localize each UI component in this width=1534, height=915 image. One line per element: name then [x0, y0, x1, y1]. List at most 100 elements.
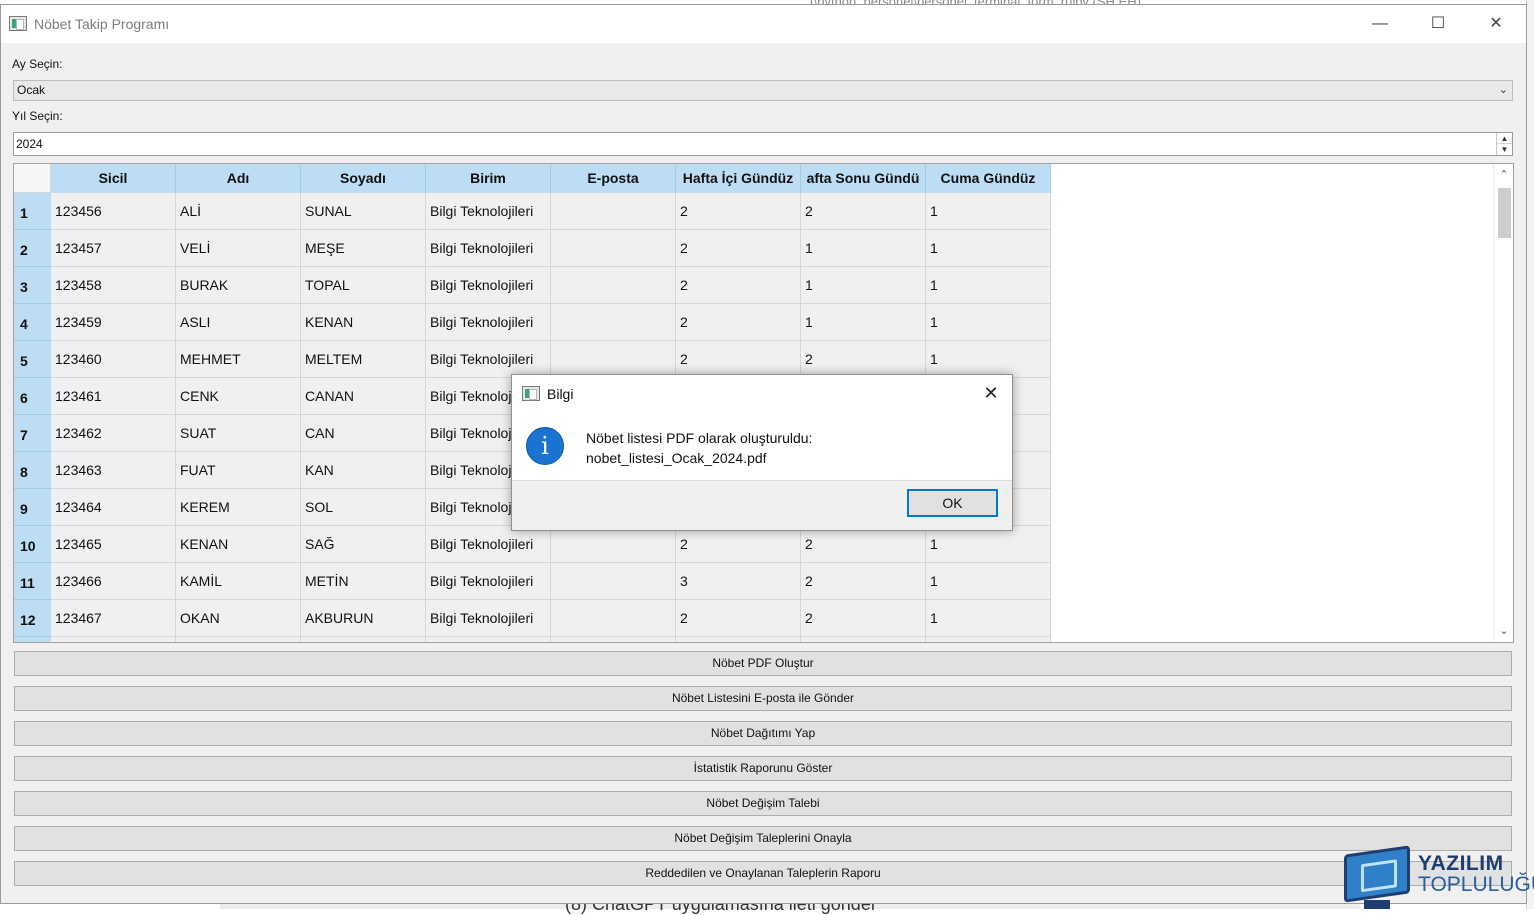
minimize-button[interactable]: — — [1351, 5, 1409, 43]
table-cell[interactable] — [301, 637, 426, 642]
table-cell[interactable]: KAN — [301, 452, 426, 489]
table-cell[interactable]: CAN — [301, 415, 426, 452]
show-statistics-button[interactable]: İstatistik Raporunu Göster — [14, 756, 1512, 781]
table-cell[interactable]: 2 — [676, 267, 801, 304]
table-cell[interactable]: 2 — [676, 600, 801, 637]
column-header[interactable]: Hafta İçi Gündüz — [676, 164, 801, 193]
table-corner[interactable] — [14, 164, 51, 193]
table-cell[interactable]: KENAN — [301, 304, 426, 341]
row-header[interactable]: 5 — [14, 341, 51, 378]
table-cell[interactable]: 123457 — [51, 230, 176, 267]
table-cell[interactable]: MELTEM — [301, 341, 426, 378]
column-header[interactable]: E-posta — [551, 164, 676, 193]
row-header[interactable]: 11 — [14, 563, 51, 600]
table-cell[interactable]: 2 — [676, 526, 801, 563]
table-cell[interactable]: OKAN — [176, 600, 301, 637]
table-cell[interactable]: 2 — [801, 193, 926, 230]
table-cell[interactable] — [926, 637, 1051, 642]
table-cell[interactable] — [551, 341, 676, 378]
swap-request-button[interactable]: Nöbet Değişim Talebi — [14, 791, 1512, 816]
create-pdf-button[interactable]: Nöbet PDF Oluştur — [14, 651, 1512, 676]
table-cell[interactable]: MEHMET — [176, 341, 301, 378]
close-button[interactable]: ✕ — [1467, 5, 1525, 43]
table-cell[interactable] — [176, 637, 301, 642]
table-cell[interactable]: Bilgi Teknolojileri — [426, 563, 551, 600]
table-cell[interactable]: 123460 — [51, 341, 176, 378]
table-cell[interactable]: FUAT — [176, 452, 301, 489]
chevron-down-icon[interactable]: ⌄ — [1499, 81, 1508, 100]
table-cell[interactable]: 2 — [801, 600, 926, 637]
table-cell[interactable] — [551, 230, 676, 267]
table-cell[interactable]: 1 — [926, 230, 1051, 267]
column-header[interactable]: Soyadı — [301, 164, 426, 193]
table-cell[interactable]: ASLI — [176, 304, 301, 341]
table-cell[interactable] — [426, 637, 551, 642]
table-cell[interactable]: 123467 — [51, 600, 176, 637]
table-cell[interactable]: 123456 — [51, 193, 176, 230]
table-cell[interactable]: 123461 — [51, 378, 176, 415]
table-cell[interactable]: ALİ — [176, 193, 301, 230]
table-cell[interactable]: KENAN — [176, 526, 301, 563]
table-cell[interactable]: 2 — [801, 563, 926, 600]
column-header[interactable]: Birim — [426, 164, 551, 193]
table-cell[interactable]: 1 — [926, 600, 1051, 637]
table-cell[interactable]: BURAK — [176, 267, 301, 304]
scroll-up-icon[interactable]: ⌃ — [1494, 166, 1513, 184]
table-cell[interactable]: 123463 — [51, 452, 176, 489]
table-cell[interactable] — [801, 637, 926, 642]
dialog-title-bar[interactable]: Bilgi ✕ — [512, 375, 1012, 411]
table-cell[interactable]: 1 — [926, 193, 1051, 230]
table-cell[interactable]: AKBURUN — [301, 600, 426, 637]
table-cell[interactable]: KEREM — [176, 489, 301, 526]
table-cell[interactable]: Bilgi Teknolojileri — [426, 341, 551, 378]
table-cell[interactable]: 2 — [676, 230, 801, 267]
column-header[interactable]: Cuma Gündüz — [926, 164, 1051, 193]
row-header[interactable]: 4 — [14, 304, 51, 341]
ok-button[interactable]: OK — [907, 489, 998, 517]
dialog-close-button[interactable]: ✕ — [974, 379, 1008, 407]
table-cell[interactable] — [551, 526, 676, 563]
table-cell[interactable] — [551, 267, 676, 304]
table-cell[interactable]: TOPAL — [301, 267, 426, 304]
table-cell[interactable]: SUNAL — [301, 193, 426, 230]
table-cell[interactable]: Bilgi Teknolojileri — [426, 304, 551, 341]
table-cell[interactable]: 2 — [676, 341, 801, 378]
table-cell[interactable]: 123462 — [51, 415, 176, 452]
table-cell[interactable] — [551, 600, 676, 637]
table-cell[interactable]: 1 — [926, 341, 1051, 378]
scroll-down-icon[interactable]: ⌄ — [1494, 622, 1513, 640]
column-header[interactable]: Adı — [176, 164, 301, 193]
table-cell[interactable]: 123466 — [51, 563, 176, 600]
table-cell[interactable] — [551, 637, 676, 642]
table-cell[interactable]: CENK — [176, 378, 301, 415]
year-spinbox[interactable]: 2024 ▲ ▼ — [13, 132, 1513, 156]
table-cell[interactable] — [51, 637, 176, 642]
table-cell[interactable]: 1 — [926, 304, 1051, 341]
table-cell[interactable] — [551, 193, 676, 230]
table-cell[interactable]: 2 — [801, 341, 926, 378]
column-header[interactable]: Sicil — [51, 164, 176, 193]
table-cell[interactable]: Bilgi Teknolojileri — [426, 230, 551, 267]
table-vertical-scrollbar[interactable]: ⌃ ⌄ — [1493, 164, 1513, 642]
table-cell[interactable]: 1 — [801, 230, 926, 267]
scrollbar-thumb[interactable] — [1498, 188, 1511, 238]
distribute-duties-button[interactable]: Nöbet Dağıtımı Yap — [14, 721, 1512, 746]
table-cell[interactable]: 123464 — [51, 489, 176, 526]
requests-report-button[interactable]: Reddedilen ve Onaylanan Taleplerin Rapor… — [14, 861, 1512, 886]
table-cell[interactable]: 123459 — [51, 304, 176, 341]
table-cell[interactable]: 1 — [801, 267, 926, 304]
send-email-button[interactable]: Nöbet Listesini E-posta ile Gönder — [14, 686, 1512, 711]
table-cell[interactable]: Bilgi Teknolojileri — [426, 600, 551, 637]
table-cell[interactable]: 123458 — [51, 267, 176, 304]
table-cell[interactable]: 1 — [801, 304, 926, 341]
table-cell[interactable]: METİN — [301, 563, 426, 600]
month-select[interactable]: Ocak ⌄ — [13, 80, 1513, 101]
row-header[interactable]: 7 — [14, 415, 51, 452]
table-cell[interactable]: VELİ — [176, 230, 301, 267]
table-cell[interactable]: Bilgi Teknolojileri — [426, 193, 551, 230]
table-cell[interactable] — [551, 304, 676, 341]
table-cell[interactable]: Bilgi Teknolojileri — [426, 526, 551, 563]
row-header[interactable]: 6 — [14, 378, 51, 415]
table-cell[interactable]: SUAT — [176, 415, 301, 452]
table-cell[interactable] — [551, 563, 676, 600]
